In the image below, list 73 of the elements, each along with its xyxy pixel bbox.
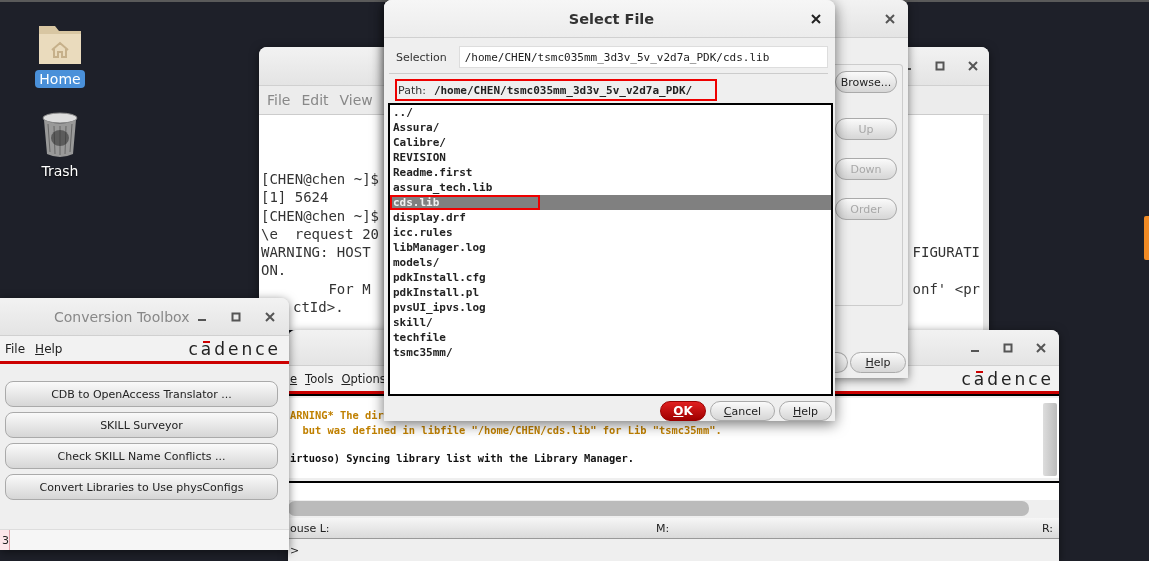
close-icon[interactable] [811, 13, 821, 24]
tool-button[interactable]: Check SKILL Name Conflicts ... [5, 443, 278, 469]
menu-item[interactable]: Tools [305, 371, 334, 386]
terminal-line: \e request 20 [261, 224, 379, 244]
terminal-line: [CHEN@chen ~]$ [261, 206, 379, 225]
menu-item[interactable]: Options [341, 371, 386, 386]
close-icon[interactable] [265, 311, 275, 322]
maximize-icon[interactable] [935, 61, 945, 71]
selection-field[interactable]: /home/CHEN/tsmc035mm_3d3v_5v_v2d7a_PDK/cds.lib [458, 46, 828, 68]
menu-item[interactable]: File [5, 341, 26, 356]
field-label: Selection [396, 50, 447, 64]
list-entry[interactable]: skill/ [390, 315, 831, 330]
dialog-title: Select File [567, 10, 656, 27]
menu-item[interactable]: e [290, 371, 298, 386]
dock-icon[interactable] [1143, 216, 1149, 260]
field-label: Path: [398, 83, 426, 97]
scrollbar[interactable] [983, 115, 989, 330]
list-entry[interactable]: icc.rules [390, 225, 831, 240]
scrollbar[interactable] [1043, 403, 1057, 476]
cadence-logo: cadence [961, 368, 1054, 389]
path-text: /home/CHEN/tsmc035mm_3d3v_5v_v2d7a_PDK/ [433, 83, 693, 97]
list-entry[interactable]: Assura/ [390, 120, 831, 135]
dialog-button[interactable]: Cancel [710, 401, 775, 421]
list-entry[interactable]: assura_tech.lib [390, 180, 831, 195]
terminal-line: onf' <pr [912, 279, 980, 299]
list-entry[interactable]: models/ [390, 255, 831, 270]
dialog-button[interactable]: Help [779, 401, 832, 421]
menu-item[interactable]: Help [35, 341, 63, 356]
list-entry[interactable]: techfile [390, 330, 831, 345]
help-button[interactable]: Help [850, 352, 906, 373]
tool-button[interactable]: Convert Libraries to Use physConfigs [5, 474, 278, 500]
terminal-line: FIGURATI [912, 243, 980, 262]
maximize-icon[interactable] [231, 311, 241, 322]
trash-icon[interactable] [40, 112, 80, 158]
close-icon[interactable] [968, 61, 978, 71]
log-line: irtuoso) Syncing library list with the Library Manager. [290, 451, 635, 466]
list-entry[interactable]: libManager.log [390, 240, 831, 255]
list-entry[interactable]: cds.lib [390, 195, 831, 210]
terminal-line: ON. [261, 261, 287, 280]
close-icon[interactable] [1036, 342, 1046, 353]
log-line: ARNING* The dir [290, 408, 384, 423]
desktop-icon-label[interactable]: Trash [37, 162, 83, 180]
window-title: Conversion Toolbox [54, 308, 190, 325]
list-entry[interactable]: Calibre/ [390, 135, 831, 150]
dialog-button[interactable] [835, 352, 848, 373]
status-text: 3 [0, 530, 10, 550]
panel-button[interactable]: Browse... [835, 71, 897, 93]
maximize-icon[interactable] [1003, 342, 1013, 353]
status-text: R: [1042, 521, 1053, 535]
list-entry[interactable]: tsmc35mm/ [390, 345, 831, 360]
close-icon[interactable] [885, 13, 895, 24]
prompt-text: > [290, 543, 300, 557]
terminal-line: ctId>. [293, 298, 344, 317]
dialog-button[interactable]: OK [660, 401, 706, 421]
command-field[interactable] [288, 481, 1059, 500]
list-entry[interactable]: pdkInstall.cfg [390, 270, 831, 285]
tool-button[interactable]: CDB to OpenAccess Translator ... [5, 381, 278, 407]
status-text: ouse L: [290, 521, 331, 535]
scrollbar[interactable] [288, 501, 1029, 516]
list-entry[interactable]: pdkInstall.pl [390, 285, 831, 300]
status-text: M: [656, 521, 671, 535]
cadence-logo: cadence [188, 338, 281, 359]
terminal-line: WARNING: HOST [261, 243, 372, 262]
list-entry[interactable]: display.drf [390, 210, 831, 225]
terminal-line: [1] 5624 [261, 188, 329, 207]
log-line: but was defined in libfile "/home/CHEN/cds.lib" for Lib "tsmc35mm". [301, 423, 722, 438]
list-entry[interactable]: ../ [390, 105, 831, 120]
terminal-line: [CHEN@chen ~]$ [261, 170, 379, 189]
terminal-line: For M [327, 279, 371, 299]
list-entry[interactable]: REVISION [390, 150, 831, 165]
list-entry[interactable]: pvsUI_ipvs.log [390, 300, 831, 315]
tool-button[interactable]: SKILL Surveyor [5, 412, 278, 438]
list-entry[interactable]: Readme.first [390, 165, 831, 180]
